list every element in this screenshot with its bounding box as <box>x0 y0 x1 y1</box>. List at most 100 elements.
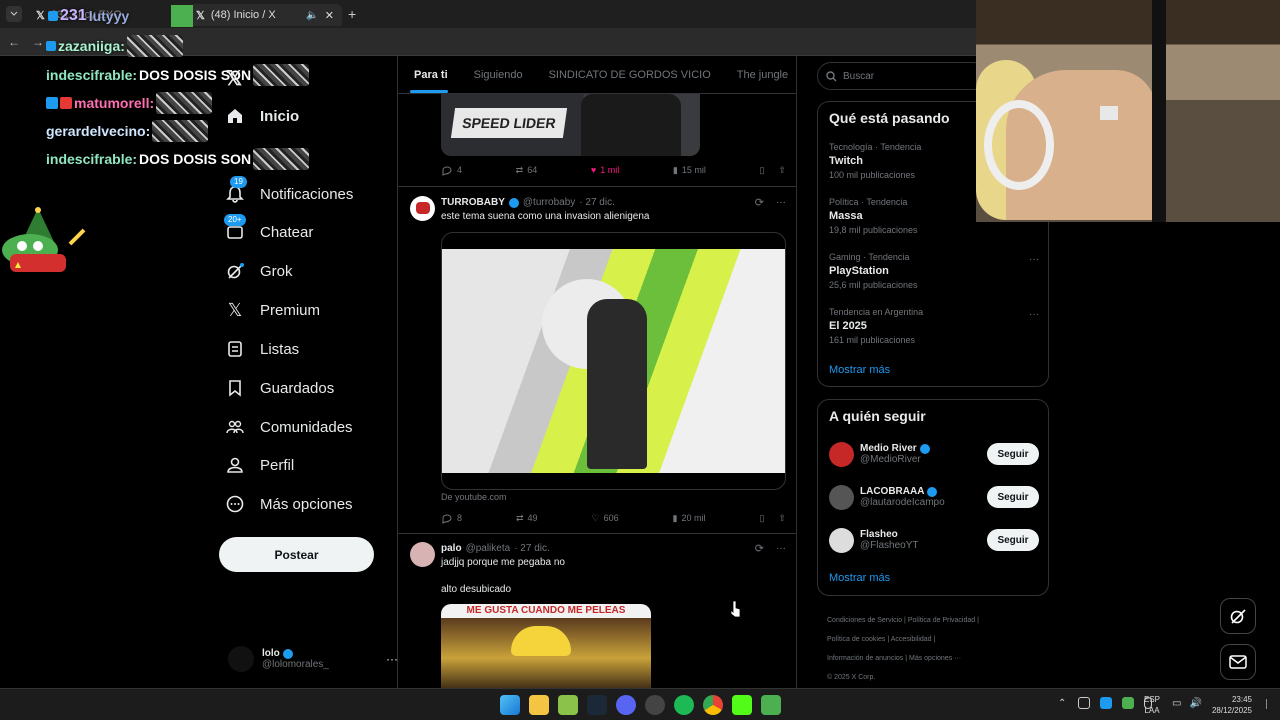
tab-sindicato[interactable]: SINDICATO DE GORDOS VICIO <box>549 69 711 81</box>
start-icon[interactable] <box>500 695 520 715</box>
search-input[interactable]: Buscar <box>843 71 874 82</box>
more-icon[interactable]: ··· <box>1029 309 1039 320</box>
file-explorer-icon[interactable] <box>529 695 549 715</box>
more-icon[interactable]: ··· <box>776 197 786 208</box>
post-date[interactable]: · 27 dic. <box>514 543 550 554</box>
nav-listas[interactable]: Listas <box>224 331 299 367</box>
media-sign-text: SPEED LIDER <box>450 108 568 138</box>
bookmark-icon[interactable]: ▯ <box>759 513 764 524</box>
tab-siguiendo[interactable]: Siguiendo <box>474 69 523 81</box>
language-indicator[interactable]: ESP LAA <box>1144 694 1160 716</box>
spotify-icon[interactable] <box>674 695 694 715</box>
new-tab-button[interactable]: + <box>348 6 356 22</box>
share-icon[interactable]: ⇧ <box>778 165 786 176</box>
speaker-icon[interactable]: 🔈 <box>306 10 318 21</box>
nav-notificaciones[interactable]: 19 Notificaciones <box>224 176 353 212</box>
nav-premium[interactable]: 𝕏 Premium <box>224 292 320 328</box>
show-desktop-button[interactable] <box>1266 699 1274 709</box>
avatar[interactable] <box>410 196 435 221</box>
bookmark-icon[interactable]: ▯ <box>759 165 764 176</box>
views-button[interactable]: ▮ 20 mil <box>673 512 706 524</box>
views-button[interactable]: ▮ 15 mil <box>673 164 706 176</box>
footer-link[interactable]: Más opciones ··· <box>909 655 961 662</box>
account-name: lolo <box>262 648 280 659</box>
footer-link[interactable]: Accesibilidad <box>891 636 932 643</box>
tab-inicio-x[interactable]: 𝕏 (48) Inicio / X 🔈 ✕ <box>188 4 342 26</box>
grok-icon[interactable]: ⟳ <box>755 542 764 555</box>
search-box[interactable]: Buscar <box>817 62 987 90</box>
like-button[interactable]: ♥ 1 mil <box>591 164 619 176</box>
messages-float-button[interactable] <box>1220 644 1256 680</box>
reply-button[interactable]: 4 <box>441 164 462 176</box>
clock[interactable]: 23:45 28/12/2025 <box>1206 694 1252 716</box>
author-handle[interactable]: @paliketa <box>466 543 511 554</box>
follow-button[interactable]: Seguir <box>987 529 1039 551</box>
like-button[interactable]: ♡ 606 <box>591 512 618 524</box>
tab-list-button[interactable] <box>6 6 22 22</box>
follow-suggestion[interactable]: LACOBRAAA @lautarodeIcampo Seguir <box>829 483 1039 511</box>
nav-mas-opciones[interactable]: Más opciones <box>224 486 353 522</box>
nav-inicio[interactable]: Inicio <box>224 98 299 134</box>
chrome-icon[interactable] <box>703 695 723 715</box>
footer-link[interactable]: Política de Privacidad <box>908 617 975 624</box>
follow-suggestion[interactable]: Flasheo @FlasheoYT Seguir <box>829 526 1039 554</box>
obs-icon[interactable] <box>645 695 665 715</box>
post-media[interactable]: SPEED LIDER <box>441 94 700 156</box>
trend-item[interactable]: Gaming · Tendencia PlayStation 25,6 mil … <box>829 252 1039 290</box>
post-source[interactable]: De youtube.com <box>441 492 507 502</box>
footer-link[interactable]: Política de cookies <box>827 636 885 643</box>
footer-link[interactable]: Información de anuncios <box>827 655 903 662</box>
more-icon[interactable]: ··· <box>1029 254 1039 265</box>
nav-guardados[interactable]: Guardados <box>224 370 334 406</box>
post-media[interactable]: ME GUSTA CUANDO ME PELEAS <box>441 604 651 688</box>
repost-button[interactable]: ⇄ 49 <box>516 512 538 524</box>
author-name[interactable]: TURROBABY <box>441 197 505 208</box>
forward-icon[interactable]: → <box>32 35 44 49</box>
notepad-icon[interactable] <box>761 695 781 715</box>
nav-label: Más opciones <box>260 495 353 513</box>
nav-comunidades[interactable]: Comunidades <box>224 409 353 445</box>
author-name[interactable]: palo <box>441 543 462 554</box>
post-video[interactable] <box>441 232 786 490</box>
sync-icon[interactable] <box>1078 697 1090 709</box>
tab-para-ti[interactable]: Para ti <box>414 69 448 81</box>
badge-icon <box>60 97 72 109</box>
repost-icon: ⇄ <box>515 164 524 175</box>
avatar[interactable] <box>410 542 435 567</box>
author-handle[interactable]: @turrobaby <box>523 197 575 208</box>
trend-item[interactable]: Tendencia en Argentina El 2025 161 mil p… <box>829 307 1039 345</box>
back-icon[interactable]: ← <box>8 35 20 49</box>
share-icon[interactable]: ⇧ <box>778 513 786 524</box>
footer-link[interactable]: Condiciones de Servicio <box>827 617 902 624</box>
grok-float-button[interactable] <box>1220 598 1256 634</box>
reply-button[interactable]: 8 <box>441 512 462 524</box>
repost-button[interactable]: ⇄ 64 <box>516 164 538 176</box>
steam-icon[interactable] <box>587 695 607 715</box>
kick-icon[interactable] <box>732 695 752 715</box>
tab-the-jungle[interactable]: The jungle <box>737 69 788 81</box>
follow-button[interactable]: Seguir <box>987 486 1039 508</box>
trends-show-more-link[interactable]: Mostrar más <box>829 364 890 376</box>
post-button[interactable]: Postear <box>219 537 374 572</box>
system-tray[interactable]: ▭ 🔊 <box>1172 698 1202 709</box>
x-logo-icon[interactable]: 𝕏 <box>226 66 242 91</box>
nav-chatear[interactable]: 20+ Chatear <box>224 214 313 250</box>
grok-icon[interactable]: ⟳ <box>755 196 764 209</box>
app-tray-icon[interactable] <box>1100 697 1112 709</box>
discord-icon[interactable] <box>616 695 636 715</box>
nav-perfil[interactable]: Perfil <box>224 447 294 483</box>
nav-grok[interactable]: Grok <box>224 253 293 289</box>
follow-suggestion[interactable]: Medio River @MedioRiver Seguir <box>829 440 1039 468</box>
game-bar-icon[interactable] <box>558 695 578 715</box>
post-date[interactable]: · 27 dic. <box>579 197 615 208</box>
close-icon[interactable]: ✕ <box>325 9 334 22</box>
more-icon[interactable]: ··· <box>776 543 786 554</box>
app-tray-icon[interactable] <box>1122 697 1134 709</box>
video-frame <box>442 249 785 473</box>
follow-button[interactable]: Seguir <box>987 443 1039 465</box>
mouse-cursor-icon <box>730 600 741 618</box>
chevron-up-icon[interactable]: ⌃ <box>1058 698 1066 709</box>
who-show-more-link[interactable]: Mostrar más <box>829 572 890 584</box>
account-switcher[interactable]: lolo @lolomorales_ ··· <box>228 642 398 676</box>
post-text: alto desubicado <box>441 584 512 595</box>
